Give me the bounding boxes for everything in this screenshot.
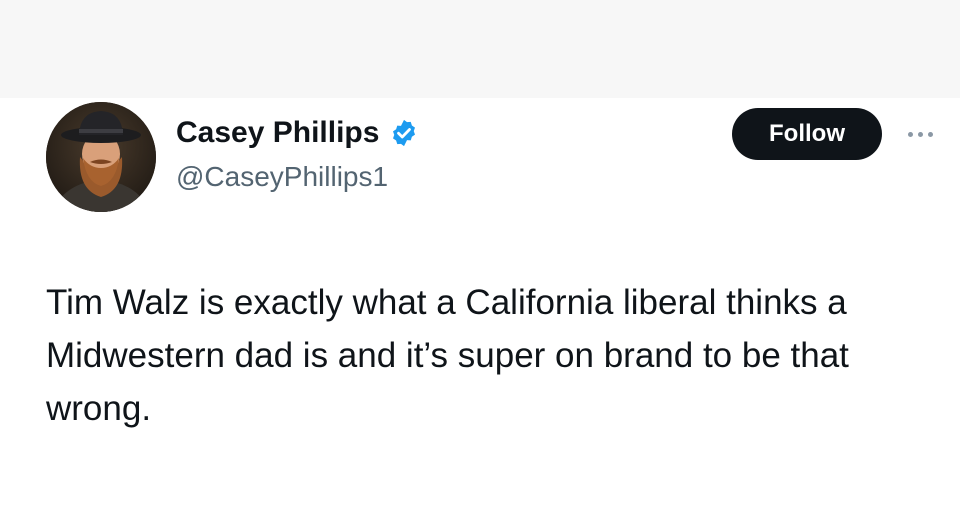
tweet-text: Tim Walz is exactly what a California li…	[46, 283, 859, 428]
top-blank-strip	[0, 0, 960, 98]
verified-badge-icon	[389, 118, 419, 148]
author-handle[interactable]: @CaseyPhillips1	[176, 160, 388, 194]
tweet-card: Casey Phillips @CaseyPhillips1 Follow Ti…	[0, 98, 960, 512]
more-horizontal-icon	[907, 131, 913, 137]
author-name-row: Casey Phillips	[176, 116, 419, 150]
follow-button[interactable]: Follow	[732, 108, 882, 160]
avatar[interactable]	[46, 102, 156, 212]
more-options-button[interactable]	[900, 122, 940, 146]
author-display-name[interactable]: Casey Phillips	[176, 116, 379, 150]
avatar-portrait-image	[46, 102, 156, 212]
